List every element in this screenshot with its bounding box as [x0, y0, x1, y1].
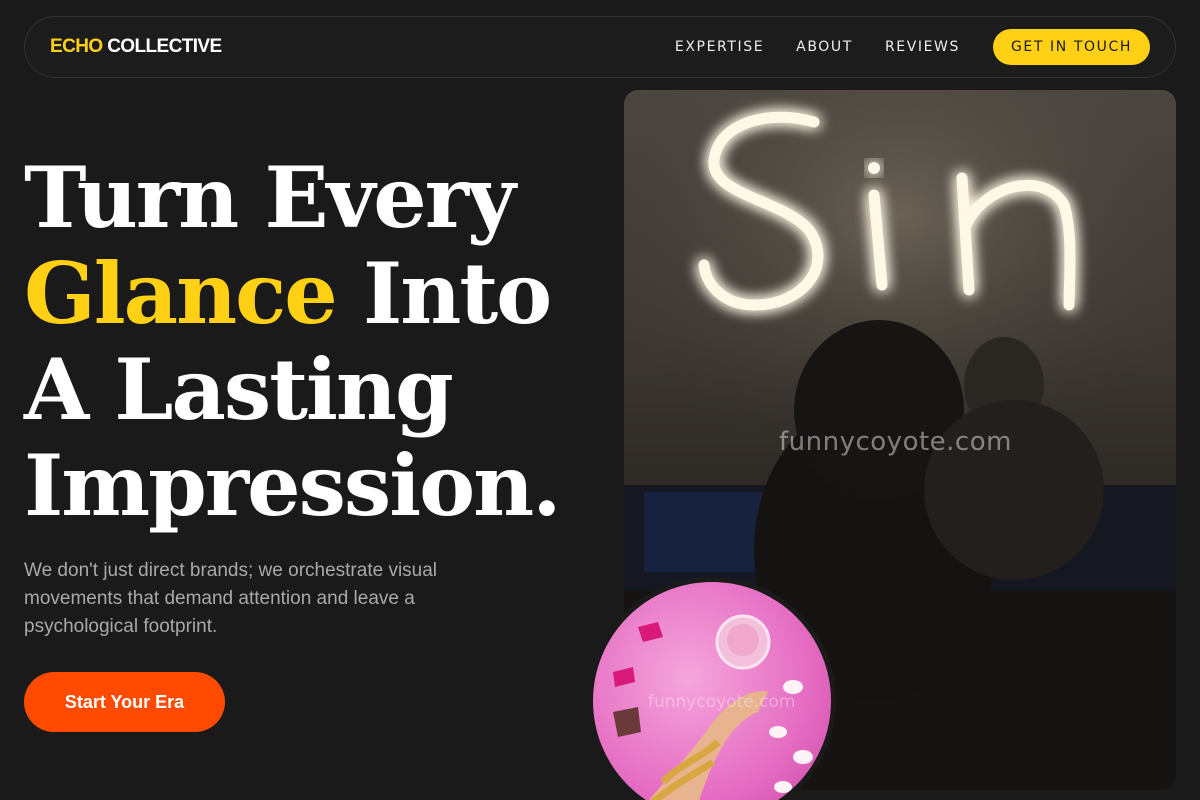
headline-line-2: Glance Into — [24, 246, 559, 342]
nav-link-expertise[interactable]: EXPERTISE — [675, 39, 764, 55]
circle-photo-jewelry: funnycoyote.com — [593, 582, 831, 800]
headline-line-4: Impression. — [24, 436, 561, 535]
start-your-era-button[interactable]: Start Your Era — [24, 672, 225, 732]
hero-subtext: We don't just direct brands; we orchestr… — [24, 560, 438, 637]
jewelry-hand-illustration — [613, 614, 813, 800]
circle-watermark: funnycoyote.com — [648, 692, 796, 712]
headline-line-3: A Lasting — [24, 340, 454, 439]
circle-photo-frame: funnycoyote.com — [588, 577, 836, 800]
logo-echo: ECHO — [50, 36, 103, 57]
nav-link-about[interactable]: ABOUT — [796, 39, 853, 55]
get-in-touch-button[interactable]: GET IN TOUCH — [993, 29, 1150, 65]
headline-line-2-rest: Into — [335, 244, 552, 343]
top-nav: ECHO COLLECTIVE EXPERTISE ABOUT REVIEWS … — [24, 16, 1176, 78]
logo-collective: COLLECTIVE — [107, 36, 222, 57]
hero-headline: Turn Every Glance Into A Lasting Impress… — [24, 148, 561, 535]
photo-watermark: funnycoyote.com — [779, 427, 1012, 457]
nav-menu: EXPERTISE ABOUT REVIEWS GET IN TOUCH — [675, 29, 1150, 65]
nav-link-reviews[interactable]: REVIEWS — [885, 39, 960, 55]
headline-line-1: Turn Every — [24, 148, 516, 247]
headline-highlight: Glance — [24, 244, 338, 343]
brand-logo[interactable]: ECHO COLLECTIVE — [50, 36, 222, 58]
